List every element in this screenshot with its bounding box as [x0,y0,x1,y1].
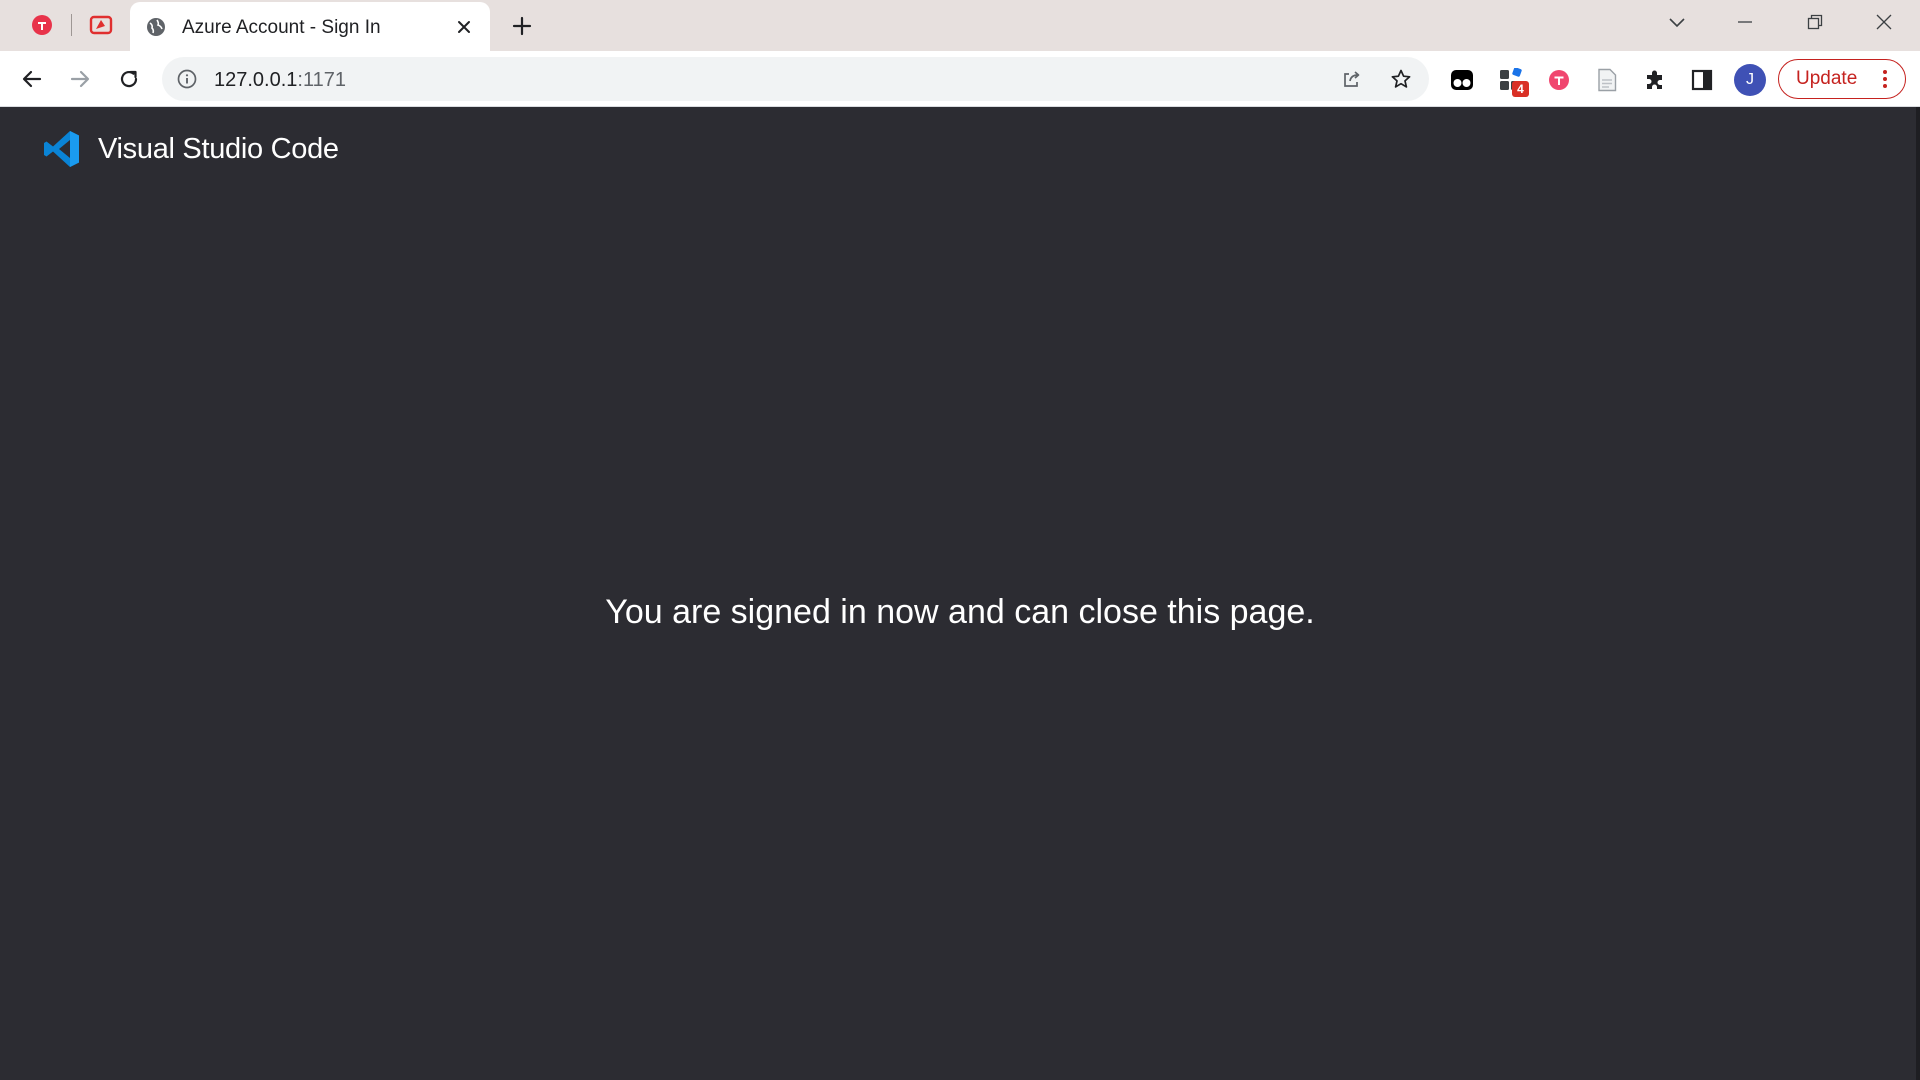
tab-azure-sign-in[interactable]: Azure Account - Sign In [130,2,490,51]
tab-title: Azure Account - Sign In [182,17,381,38]
menu-dots-icon [1875,68,1895,90]
tomato-extension-icon [1549,70,1569,90]
chevron-down-icon [1669,18,1685,28]
url-port: :1171 [297,69,346,91]
plus-icon [512,16,532,36]
globe-icon [147,18,165,36]
extension-document[interactable] [1594,67,1620,93]
extension-tomato[interactable] [1546,67,1572,93]
back-button[interactable] [14,61,50,97]
signed-in-message: You are signed in now and can close this… [605,593,1315,631]
address-bar[interactable]: 127.0.0.1:1171 [162,57,1429,101]
close-icon [1876,14,1892,30]
forward-button[interactable] [62,61,98,97]
minimize-icon [1738,21,1752,23]
side-panel-button[interactable] [1689,67,1715,93]
minimize-button[interactable] [1723,6,1767,38]
share-icon [1344,71,1360,87]
tab-separator [71,14,72,36]
scrollbar[interactable] [1916,107,1920,1080]
extension-badge: 4 [1512,81,1529,97]
window-close-button[interactable] [1862,6,1906,38]
share-button[interactable] [1340,67,1364,91]
update-button[interactable]: Update [1778,59,1906,99]
new-tab-button[interactable] [508,12,536,40]
tomato-extension-icon [32,15,52,35]
close-icon [458,21,470,33]
bookmark-button[interactable] [1389,67,1413,91]
extension-tampermonkey[interactable] [1449,67,1475,93]
search-tabs-button[interactable] [1655,6,1699,38]
url-host: 127.0.0.1 [214,69,298,91]
pdf-app-icon [89,15,113,35]
tampermonkey-icon [1451,70,1473,90]
star-icon [1391,69,1411,88]
document-icon [1598,68,1617,92]
browser-toolbar: 127.0.0.1:1171 4 J Update [0,51,1920,107]
pinned-tab-pdf[interactable] [83,9,119,41]
profile-avatar[interactable]: J [1734,64,1766,96]
url-text: 127.0.0.1:1171 [214,69,346,92]
puzzle-icon [1647,70,1662,89]
info-icon [177,69,197,89]
reload-icon [120,70,138,88]
pinned-tab-tomato[interactable] [24,9,60,41]
tab-close-button[interactable] [452,15,476,39]
arrow-right-icon [70,70,90,88]
arrow-left-icon [22,70,42,88]
extension-apps[interactable]: 4 [1498,67,1529,97]
brand-header: Visual Studio Code [42,129,339,169]
side-panel-icon [1691,69,1713,91]
restore-icon [1807,14,1823,30]
extensions-menu-button[interactable] [1642,67,1668,93]
tab-strip: Azure Account - Sign In [0,0,1920,51]
vscode-logo-icon [44,131,79,167]
page-content: Visual Studio Code You are signed in now… [0,107,1920,1080]
brand-name: Visual Studio Code [98,132,339,165]
site-info-button[interactable] [176,68,198,90]
restore-button[interactable] [1793,6,1837,38]
reload-button[interactable] [111,61,147,97]
update-label: Update [1796,68,1858,89]
